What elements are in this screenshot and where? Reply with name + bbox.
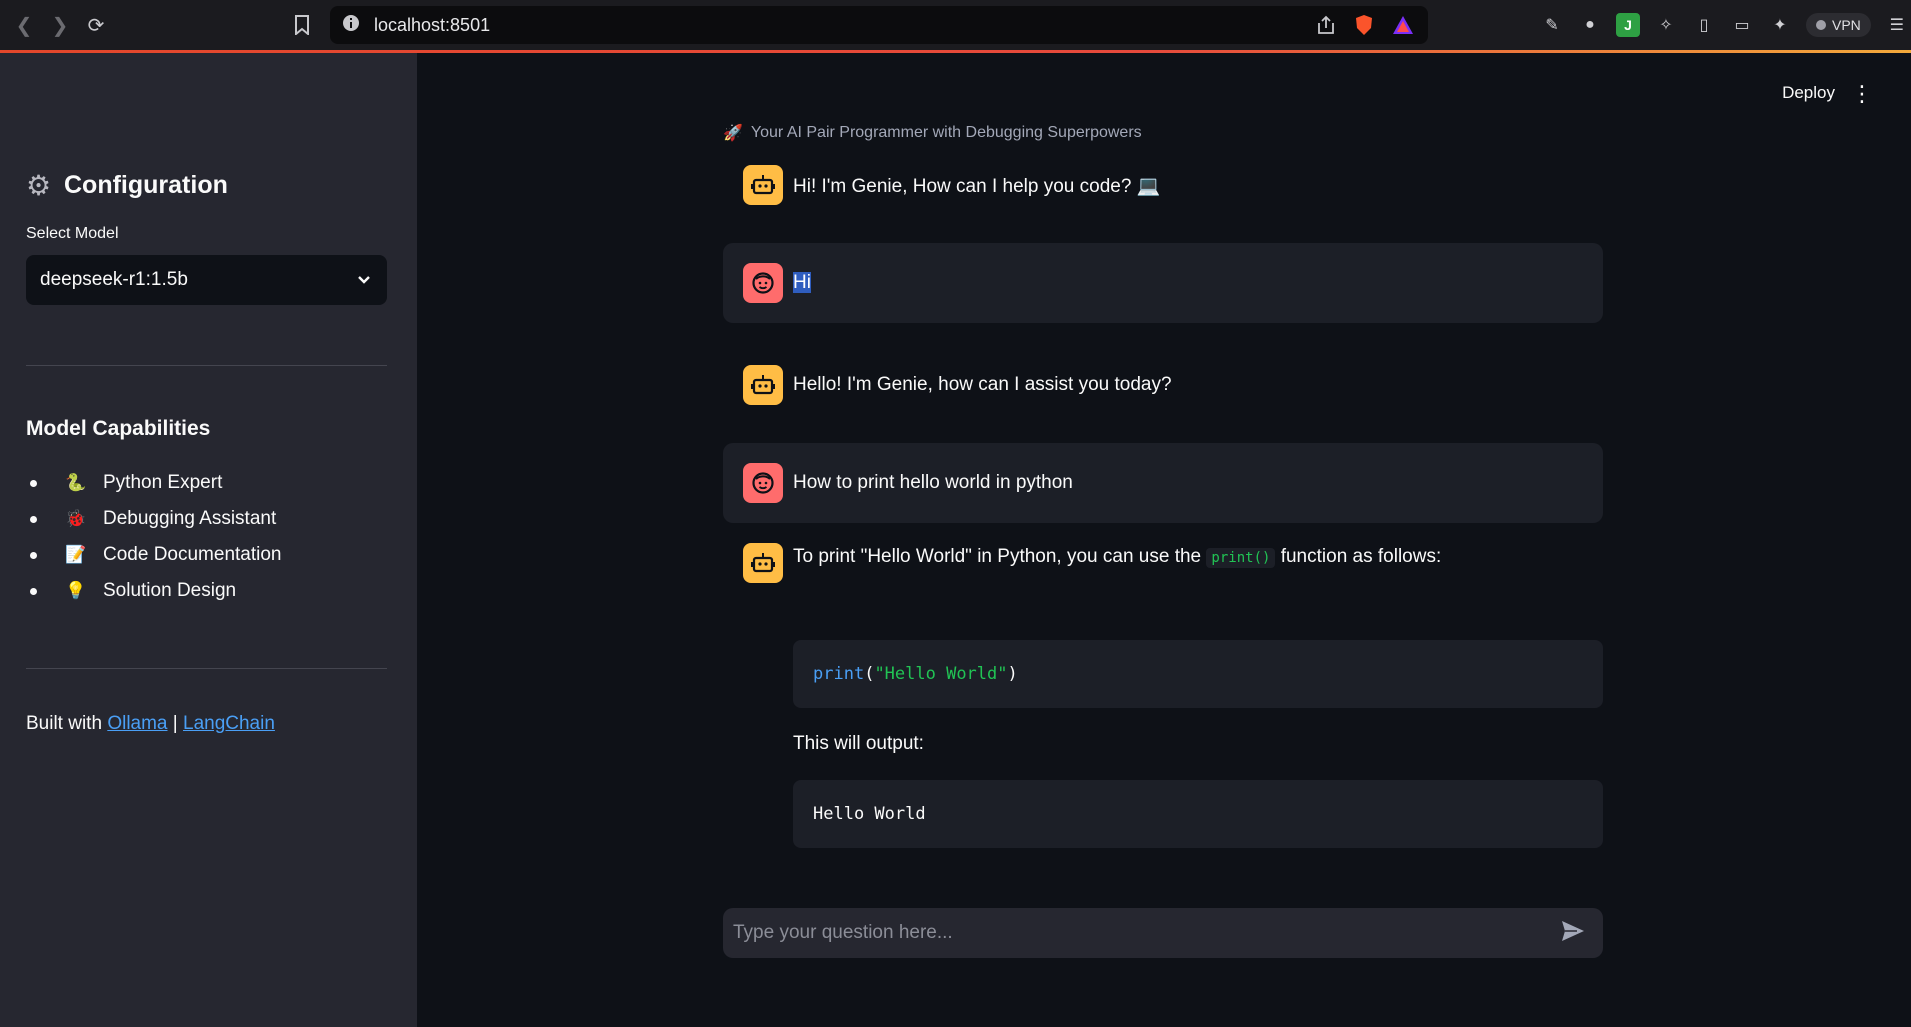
rocket-icon: 🚀 [723,125,743,142]
user-avatar-icon [743,463,783,503]
assistant-message: Hi! I'm Genie, How can I help you code? … [723,145,1603,225]
sidebar: ⚙ Configuration Select Model deepseek-r1… [0,53,417,1027]
list-item: 🐍 Python Expert [26,465,282,501]
assistant-message: To print "Hello World" in Python, you ca… [723,543,1603,583]
code-keyword: print [813,664,865,684]
divider [26,668,387,669]
python-icon: 🐍 [65,473,87,492]
user-message: How to print hello world in python [723,443,1603,523]
output-code: Hello World [813,804,926,824]
url-text: localhost:8501 [374,14,491,35]
list-item: 📝 Code Documentation [26,537,282,573]
ollama-link[interactable]: Ollama [107,713,167,734]
send-icon[interactable] [1561,920,1585,947]
capability-label: Debugging Assistant [103,508,277,529]
code-paren: ( [864,664,875,684]
bookmark-icon[interactable] [284,7,320,43]
page-subtitle: 🚀 Your AI Pair Programmer with Debugging… [723,123,1142,143]
model-select[interactable]: deepseek-r1:1.5b [26,255,387,305]
selected-text: Hi [793,272,811,293]
list-item: 💡 Solution Design [26,573,282,609]
more-options-icon[interactable]: ⋮ [1851,81,1873,107]
code-string: "Hello World" [874,664,1008,684]
capability-label: Code Documentation [103,544,282,565]
code-block[interactable]: print("Hello World") [793,640,1603,708]
deploy-button[interactable]: Deploy [1782,83,1835,103]
chat-input-container [723,908,1603,958]
message-text: How to print hello world in python [793,472,1073,493]
site-info-icon[interactable] [342,14,360,37]
capabilities-list: 🐍 Python Expert 🐞 Debugging Assistant 📝 Cod… [26,465,282,609]
brave-shield-icon[interactable] [1354,14,1374,41]
bullet [30,515,37,523]
vpn-label: VPN [1832,17,1861,33]
sidebar-toggle-icon[interactable]: ▯ [1692,13,1716,37]
back-icon[interactable]: ❮ [6,7,42,43]
lightbulb-icon: 💡 [65,581,87,600]
divider [26,365,387,366]
link-separator: | [172,713,178,734]
chat-input[interactable] [733,922,1533,944]
leo-ai-icon[interactable]: ✦ [1768,13,1792,37]
brave-rewards-icon[interactable] [1392,15,1414,40]
message-text: Hi! I'm Genie, How can I help you code? … [793,176,1161,197]
extension-mouse-icon[interactable]: ● [1578,13,1602,37]
output-label: This will output: [793,733,924,754]
vpn-button[interactable]: VPN [1806,13,1871,37]
code-paren: ) [1007,664,1018,684]
message-text: To print "Hello World" in Python, you ca… [793,546,1441,568]
bug-icon: 🐞 [65,509,87,528]
capability-label: Solution Design [103,580,237,601]
bullet [30,551,37,559]
inline-code: print() [1206,548,1276,568]
vpn-status-icon [1816,20,1826,30]
wallet-icon[interactable]: ▭ [1730,13,1754,37]
select-model-label: Select Model [26,225,119,242]
reload-icon[interactable]: ⟳ [78,7,114,43]
message-text: Hi [793,272,811,294]
memo-icon: 📝 [65,545,87,564]
gear-icon: ⚙ [26,169,52,201]
chevron-down-icon [357,269,371,291]
text-segment: function as follows: [1275,546,1442,567]
capabilities-heading: Model Capabilities [26,417,211,440]
message-text: Hello! I'm Genie, how can I assist you t… [793,374,1172,395]
browser-toolbar: ❮ ❯ ⟳ localhost:8501 ✎ ● J ✧ ▯ ▭ ✦ VPN ☰ [0,0,1911,50]
puzzle-icon[interactable]: ✧ [1654,13,1678,37]
bot-avatar-icon [743,365,783,405]
configuration-heading: ⚙ Configuration [26,171,228,200]
eyedropper-icon[interactable]: ✎ [1540,13,1564,37]
share-icon[interactable] [1316,15,1336,40]
assistant-message: Hello! I'm Genie, how can I assist you t… [723,345,1603,425]
text-segment: To print "Hello World" in Python, you ca… [793,546,1207,567]
bullet [30,479,37,487]
subtitle-text: Your AI Pair Programmer with Debugging S… [750,124,1142,141]
output-block[interactable]: Hello World [793,780,1603,848]
user-avatar-icon [743,263,783,303]
bot-avatar-icon [743,165,783,205]
main-area: Deploy ⋮ 🚀 Your AI Pair Programmer with … [417,53,1911,1027]
extension-j-icon[interactable]: J [1616,13,1640,37]
address-bar[interactable]: localhost:8501 [330,6,1428,44]
configuration-title: Configuration [64,171,228,199]
capability-label: Python Expert [103,472,223,493]
built-with-footer: Built with Ollama | LangChain [26,713,275,735]
extensions-bar: ✎ ● J ✧ ▯ ▭ ✦ VPN ☰ [1540,6,1909,44]
built-with-text: Built with [26,713,103,734]
list-item: 🐞 Debugging Assistant [26,501,282,537]
selected-model-value: deepseek-r1:1.5b [40,269,188,290]
langchain-link[interactable]: LangChain [183,713,275,734]
bot-avatar-icon [743,543,783,583]
bullet [30,587,37,595]
forward-icon[interactable]: ❯ [42,7,78,43]
menu-icon[interactable]: ☰ [1885,13,1909,37]
user-message: Hi [723,243,1603,323]
